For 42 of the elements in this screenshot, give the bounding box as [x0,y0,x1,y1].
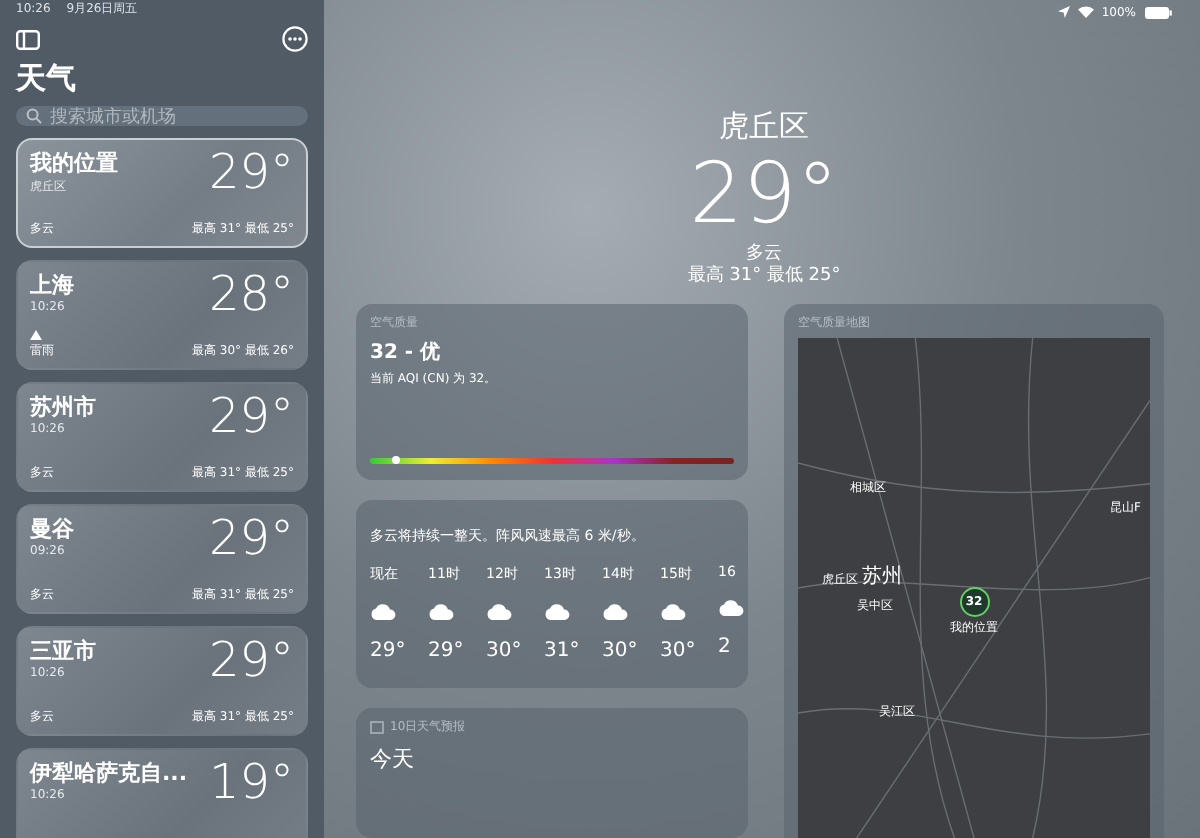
app-title: 天气 [16,60,78,98]
cloud-icon [602,603,628,620]
hour-temperature: 29° [428,639,464,662]
wifi-icon [1077,6,1094,18]
city-temperature: 29° [208,514,294,562]
cloud-icon [718,599,744,616]
location-icon [1057,6,1070,18]
city-temperature: 29° [208,636,294,684]
cloud-icon [486,603,512,620]
battery-icon [1144,5,1172,19]
sidebar-toggle-icon[interactable] [16,29,40,49]
city-temperature: 28° [208,270,294,318]
forecast-day: 今天 [370,743,734,774]
current-condition: 多云 [746,244,782,265]
aqi-value: 32 - 优 [370,339,443,366]
city-temperature: 29° [208,148,294,196]
cloud-icon [370,603,396,620]
temperature-range: 最高 31° 最低 25° [687,266,841,288]
cloud-icon [428,603,454,620]
more-icon[interactable] [282,26,308,52]
city-temperature: 29° [208,392,294,440]
city-name: 上海 [30,270,74,300]
hour-temperature: 31° [544,639,580,662]
city-name: 苏州市 [30,392,96,422]
city-name: 伊犁哈萨克自... [30,758,188,788]
hour-temperature: 30° [486,639,522,662]
current-temperature: 29° [689,144,839,243]
hour-temperature: 30° [660,639,696,662]
city-temperature: 19° [208,758,294,806]
calendar-icon [370,719,384,734]
city-name: 曼谷 [30,514,74,544]
search-icon [26,108,42,124]
location-name: 虎丘区 [719,108,809,144]
hour-temperature: 2 [718,635,731,658]
search-field[interactable]: 搜索城市或机场 [16,106,308,126]
cloud-icon [544,603,570,620]
hour-temperature: 30° [602,639,638,662]
city-name: 三亚市 [30,636,96,666]
hour-temperature: 29° [370,639,406,662]
city-name: 我的位置 [30,148,118,178]
map-label: 苏州 [862,563,903,590]
cloud-icon [660,603,686,620]
